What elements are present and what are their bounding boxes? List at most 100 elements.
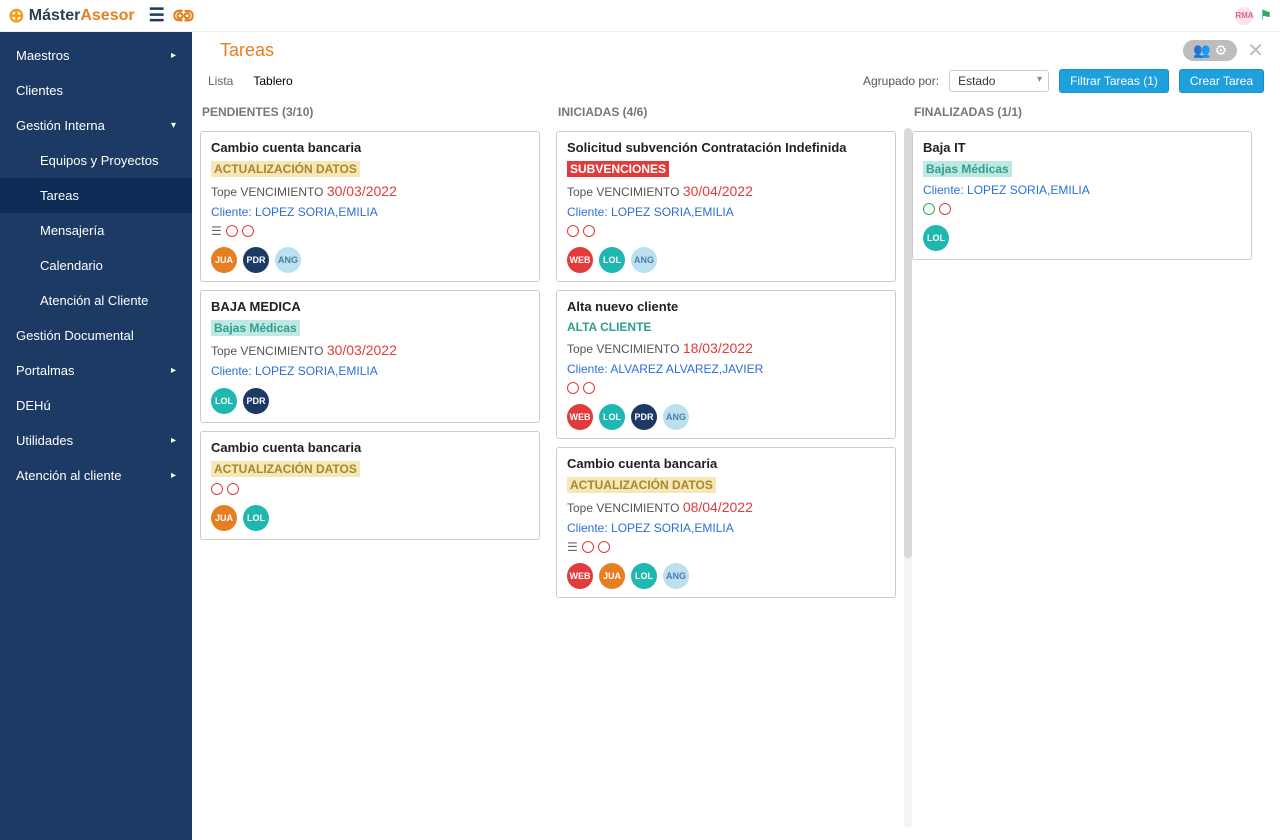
chevron-down-icon: ▾ xyxy=(171,120,176,131)
status-circle-icon xyxy=(598,541,610,553)
column-header: INICIADAS (4/6) xyxy=(556,101,896,123)
page-title: Tareas xyxy=(220,40,274,61)
status-circle-icon xyxy=(567,225,579,237)
board-column: PENDIENTES (3/10) Cambio cuenta bancaria A… xyxy=(200,101,540,598)
card-client: Cliente: LOPEZ SORIA,EMILIA xyxy=(567,205,885,219)
avatar[interactable]: WEB xyxy=(567,563,593,589)
card-due: Tope VENCIMIENTO 18/03/2022 xyxy=(567,340,885,356)
groupby-label: Agrupado por: xyxy=(863,74,939,88)
avatar[interactable]: ANG xyxy=(631,247,657,273)
status-circle-icon xyxy=(583,225,595,237)
avatar[interactable]: LOL xyxy=(599,247,625,273)
status-circle-icon xyxy=(939,203,951,215)
header-action-button[interactable]: 👥⚙ xyxy=(1183,40,1237,61)
card-avatars: LOLPDR xyxy=(211,388,529,414)
card-due: Tope VENCIMIENTO 08/04/2022 xyxy=(567,499,885,515)
avatar[interactable]: LOL xyxy=(599,404,625,430)
task-card[interactable]: Cambio cuenta bancariaACTUALIZACIÓN DATO… xyxy=(556,447,896,598)
card-status-icons xyxy=(567,382,885,394)
task-card[interactable]: Baja IT Bajas Médicas Cliente: LOPEZ SORIA… xyxy=(912,131,1252,260)
card-client: Cliente: LOPEZ SORIA,EMILIA xyxy=(211,364,529,378)
avatar[interactable]: LOL xyxy=(923,225,949,251)
status-circle-icon xyxy=(226,225,238,237)
sidebar-item-clientes[interactable]: Clientes xyxy=(0,73,192,108)
card-tag: SUBVENCIONES xyxy=(567,161,669,177)
sidebar-item-gestion-documental[interactable]: Gestión Documental xyxy=(0,318,192,353)
chevron-right-icon: ▸ xyxy=(171,470,176,481)
task-card[interactable]: Alta nuevo clienteALTA CLIENTETope VENCI… xyxy=(556,290,896,439)
card-due: Tope VENCIMIENTO 30/03/2022 xyxy=(211,342,529,358)
sidebar-sub-equipos[interactable]: Equipos y Proyectos xyxy=(0,143,192,178)
card-avatars: WEBLOLPDRANG xyxy=(567,404,885,430)
users-icon: 👥 xyxy=(1193,42,1210,59)
avatar[interactable]: JUA xyxy=(599,563,625,589)
create-task-button[interactable]: Crear Tarea xyxy=(1179,69,1264,93)
sidebar-sub-tareas[interactable]: Tareas xyxy=(0,178,192,213)
card-title: Cambio cuenta bancaria xyxy=(211,140,529,155)
tab-tablero[interactable]: Tablero xyxy=(253,74,292,88)
chevron-right-icon: ▸ xyxy=(171,50,176,61)
status-circle-icon xyxy=(582,541,594,553)
column-header: FINALIZADAS (1/1) xyxy=(912,101,1252,123)
sidebar-item-atencion-cliente[interactable]: Atención al cliente▸ xyxy=(0,458,192,493)
task-card[interactable]: BAJA MEDICA Bajas Médicas Tope VENCIMIENTO… xyxy=(200,290,540,423)
groupby-select[interactable]: Estado xyxy=(949,70,1049,92)
task-card[interactable]: Cambio cuenta bancariaACTUALIZACIÓN DATO… xyxy=(200,431,540,540)
task-card[interactable]: Cambio cuenta bancaria ACTUALIZACIÓN DATO… xyxy=(200,131,540,282)
avatar[interactable]: ANG xyxy=(663,404,689,430)
sidebar-item-maestros[interactable]: Maestros▸ xyxy=(0,38,192,73)
card-title: Baja IT xyxy=(923,140,1241,155)
avatar[interactable]: LOL xyxy=(243,505,269,531)
topbar: ⊕ MásterAsesor ☰ ⟃⟄ RMA ⚑ xyxy=(0,0,1280,32)
avatar[interactable]: LOL xyxy=(631,563,657,589)
tab-lista[interactable]: Lista xyxy=(208,74,233,88)
column-header: PENDIENTES (3/10) xyxy=(200,101,540,123)
avatar[interactable]: JUA xyxy=(211,247,237,273)
scrollbar-thumb[interactable] xyxy=(904,128,912,558)
card-title: Solicitud subvención Contratación Indefi… xyxy=(567,140,885,155)
sidebar-item-utilidades[interactable]: Utilidades▸ xyxy=(0,423,192,458)
filter-button[interactable]: Filtrar Tareas (1) xyxy=(1059,69,1169,93)
status-circle-icon xyxy=(923,203,935,215)
close-icon[interactable]: ✕ xyxy=(1247,38,1264,63)
card-status-icons: ☰ xyxy=(211,225,529,237)
avatar[interactable]: WEB xyxy=(567,404,593,430)
avatar[interactable]: JUA xyxy=(211,505,237,531)
card-status-icons: ☰ xyxy=(567,541,885,553)
board-column: INICIADAS (4/6) Solicitud subvención Cont… xyxy=(556,101,896,598)
status-circle-icon xyxy=(242,225,254,237)
sidebar-sub-mensajeria[interactable]: Mensajería xyxy=(0,213,192,248)
logo: ⊕ MásterAsesor xyxy=(8,3,135,28)
list-icon: ☰ xyxy=(211,225,222,237)
avatar[interactable]: PDR xyxy=(243,247,269,273)
sidebar-item-gestion-interna[interactable]: Gestión Interna▾ xyxy=(0,108,192,143)
card-tag: Bajas Médicas xyxy=(211,320,300,336)
card-client: Cliente: LOPEZ SORIA,EMILIA xyxy=(567,521,885,535)
chevron-right-icon: ▸ xyxy=(171,365,176,376)
flag-icon[interactable]: ⚑ xyxy=(1259,7,1272,24)
card-avatars: JUAPDRANG xyxy=(211,247,529,273)
task-card[interactable]: Solicitud subvención Contratación Indefi… xyxy=(556,131,896,282)
avatar[interactable]: WEB xyxy=(567,247,593,273)
sidebar-sub-atencion[interactable]: Atención al Cliente xyxy=(0,283,192,318)
card-tag: ACTUALIZACIÓN DATOS xyxy=(211,161,360,177)
card-client: Cliente: LOPEZ SORIA,EMILIA xyxy=(923,183,1241,197)
card-tag: Bajas Médicas xyxy=(923,161,1012,177)
avatar[interactable]: LOL xyxy=(211,388,237,414)
avatar[interactable]: PDR xyxy=(631,404,657,430)
card-avatars: WEBLOLANG xyxy=(567,247,885,273)
avatar[interactable]: PDR xyxy=(243,388,269,414)
avatar[interactable]: ANG xyxy=(275,247,301,273)
app-icon[interactable]: ⟃⟄ xyxy=(173,5,195,26)
menu-toggle-icon[interactable]: ☰ xyxy=(149,5,165,26)
card-client: Cliente: LOPEZ SORIA,EMILIA xyxy=(211,205,529,219)
sidebar-item-dehu[interactable]: DEHú xyxy=(0,388,192,423)
user-badge[interactable]: RMA xyxy=(1235,7,1253,25)
avatar[interactable]: ANG xyxy=(663,563,689,589)
card-avatars: LOL xyxy=(923,225,1241,251)
card-tag: ACTUALIZACIÓN DATOS xyxy=(567,477,716,493)
card-title: BAJA MEDICA xyxy=(211,299,529,314)
sidebar-item-portalmas[interactable]: Portalmas▸ xyxy=(0,353,192,388)
board-column: FINALIZADAS (1/1) Baja IT Bajas Médicas Cli… xyxy=(912,101,1252,598)
sidebar-sub-calendario[interactable]: Calendario xyxy=(0,248,192,283)
